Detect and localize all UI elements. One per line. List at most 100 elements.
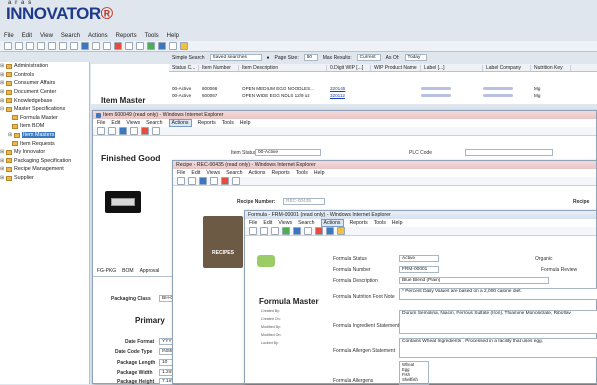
current-select[interactable]: Current [356, 54, 381, 61]
copy-icon[interactable] [271, 227, 279, 235]
search-icon[interactable] [158, 42, 166, 50]
simple-search-link[interactable]: Simple Search [172, 55, 205, 61]
menu-help[interactable]: Help [392, 220, 403, 226]
menu-help[interactable]: Help [167, 33, 179, 39]
expand-icon[interactable]: ⊞ [0, 166, 4, 172]
menu-help[interactable]: Help [240, 120, 251, 126]
formula-window-titlebar[interactable]: Formula - FRM-00001 (read only) - Window… [245, 211, 596, 219]
lock-icon[interactable] [130, 127, 138, 135]
unlock-icon[interactable] [103, 42, 111, 50]
save-icon[interactable] [188, 177, 196, 185]
menu-tools[interactable]: Tools [222, 120, 234, 126]
save-icon[interactable] [108, 127, 116, 135]
stop-icon[interactable] [315, 227, 323, 235]
tree-consumer-affairs[interactable]: ⊞ Consumer Affairs [0, 79, 89, 88]
menu-view[interactable]: View [40, 33, 53, 39]
col-nutrition-key[interactable]: Nutrition Key [531, 64, 571, 71]
tree-administration[interactable]: ⊞ Administration [0, 62, 89, 71]
expand-icon[interactable]: ⊞ [8, 132, 12, 138]
col-label-company[interactable]: Label Company [483, 64, 531, 71]
menu-edit[interactable]: Edit [191, 170, 200, 176]
refresh-icon[interactable] [119, 127, 127, 135]
formula-number-field[interactable]: FRM-00001 [399, 266, 439, 273]
filter-icon[interactable] [136, 42, 144, 50]
expand-icon[interactable]: ⊞ [0, 149, 4, 155]
open-icon[interactable] [15, 42, 23, 50]
expand-icon[interactable]: ⊞ [0, 89, 4, 95]
menu-reports[interactable]: Reports [198, 120, 216, 126]
item-window-titlebar[interactable]: Item 600049 (read only) - Windows Intern… [93, 111, 596, 119]
menu-views[interactable]: Views [206, 170, 220, 176]
new-icon[interactable] [97, 127, 105, 135]
save-icon[interactable] [260, 227, 268, 235]
expand-icon[interactable]: ⊞ [0, 175, 4, 181]
history-icon[interactable] [169, 42, 177, 50]
menu-views[interactable]: Views [126, 120, 140, 126]
delete-icon[interactable] [59, 42, 67, 50]
tab-bom[interactable]: BOM [122, 268, 133, 276]
tree-my-innovator[interactable]: ⊞ My Innovator [0, 148, 89, 157]
menu-edit[interactable]: Edit [22, 33, 32, 39]
menu-search[interactable]: Search [226, 170, 242, 176]
print-icon[interactable] [152, 127, 160, 135]
menu-actions[interactable]: Actions [88, 33, 108, 39]
table-row[interactable]: 00-Active 600066 OPEN MEDIUM EGG NOODLES… [169, 85, 597, 92]
menu-reports[interactable]: Reports [116, 33, 137, 39]
menu-reports[interactable]: Reports [272, 170, 290, 176]
lock-icon[interactable] [92, 42, 100, 50]
menu-edit[interactable]: Edit [111, 120, 120, 126]
menu-search[interactable]: Search [298, 220, 314, 226]
menu-search[interactable]: Search [146, 120, 162, 126]
menu-reports[interactable]: Reports [350, 220, 368, 226]
as-of-input[interactable]: Today [404, 54, 427, 61]
ingredient-statement-field[interactable]: Durum Semolina, Niacin, Ferrous Sulfate … [399, 310, 597, 334]
tree-item-requests[interactable]: Item Requests [0, 139, 89, 148]
tree-knowledgebase[interactable]: ⊞ Knowledgebase [0, 96, 89, 105]
print-icon[interactable] [70, 42, 78, 50]
new-icon[interactable] [4, 42, 12, 50]
tab-fg-pkg[interactable]: FG-PKG [97, 268, 116, 276]
saved-searches-select[interactable]: Saved searches [209, 54, 262, 61]
page-size-input[interactable]: 50 [303, 54, 318, 61]
run-icon[interactable] [282, 227, 290, 235]
menu-help[interactable]: Help [314, 170, 325, 176]
menu-file[interactable]: File [249, 220, 257, 226]
menu-tools[interactable]: Tools [296, 170, 308, 176]
paste-icon[interactable] [48, 42, 56, 50]
expand-icon[interactable]: ⊞ [0, 80, 4, 86]
menu-edit[interactable]: Edit [263, 220, 272, 226]
lock-icon[interactable] [304, 227, 312, 235]
menu-actions[interactable]: Actions [320, 219, 344, 227]
recipe-window-titlebar[interactable]: Recipe - REC-00435 (read only) - Windows… [173, 161, 596, 169]
col-item-description[interactable]: Item Description [239, 64, 327, 71]
tree-formula-master[interactable]: Formula Master [0, 114, 89, 123]
menu-file[interactable]: File [97, 120, 105, 126]
col-status[interactable]: Status C... [169, 64, 199, 71]
tree-recipe-management[interactable]: ⊞ Recipe Management [0, 165, 89, 174]
stop-icon[interactable] [114, 42, 122, 50]
menu-search[interactable]: Search [61, 33, 80, 39]
menu-actions[interactable]: Actions [249, 170, 266, 176]
refresh-icon[interactable] [199, 177, 207, 185]
tree-controls[interactable]: ⊞ Controls [0, 71, 89, 80]
print-icon[interactable] [232, 177, 240, 185]
col-label[interactable]: Label [...] [421, 64, 483, 71]
item-status-field[interactable]: 00-Active [255, 149, 321, 156]
tab-approval[interactable]: Approval [140, 268, 160, 276]
menu-views[interactable]: Views [278, 220, 292, 226]
expand-icon[interactable]: ⊞ [0, 63, 4, 69]
menu-tools[interactable]: Tools [374, 220, 386, 226]
list-item[interactable]: Shellfish [402, 377, 428, 382]
stop-icon[interactable] [141, 127, 149, 135]
collapse-icon[interactable]: ⊟ [0, 106, 4, 112]
menu-file[interactable]: File [177, 170, 185, 176]
expand-icon[interactable]: ⊞ [0, 158, 4, 164]
menu-tools[interactable]: Tools [145, 33, 159, 39]
formula-description-field[interactable]: Blue Blend (Plain) [399, 277, 549, 284]
tree-item-bom[interactable]: Item BOM [0, 122, 89, 131]
tree-supplier[interactable]: ⊞ Supplier [0, 174, 89, 183]
tree-item-masters[interactable]: ⊞ Item Masters [0, 131, 89, 140]
arrow-icon[interactable] [125, 42, 133, 50]
recipe-number-field[interactable]: REC-00435 [283, 198, 325, 205]
help-icon[interactable] [180, 42, 188, 50]
